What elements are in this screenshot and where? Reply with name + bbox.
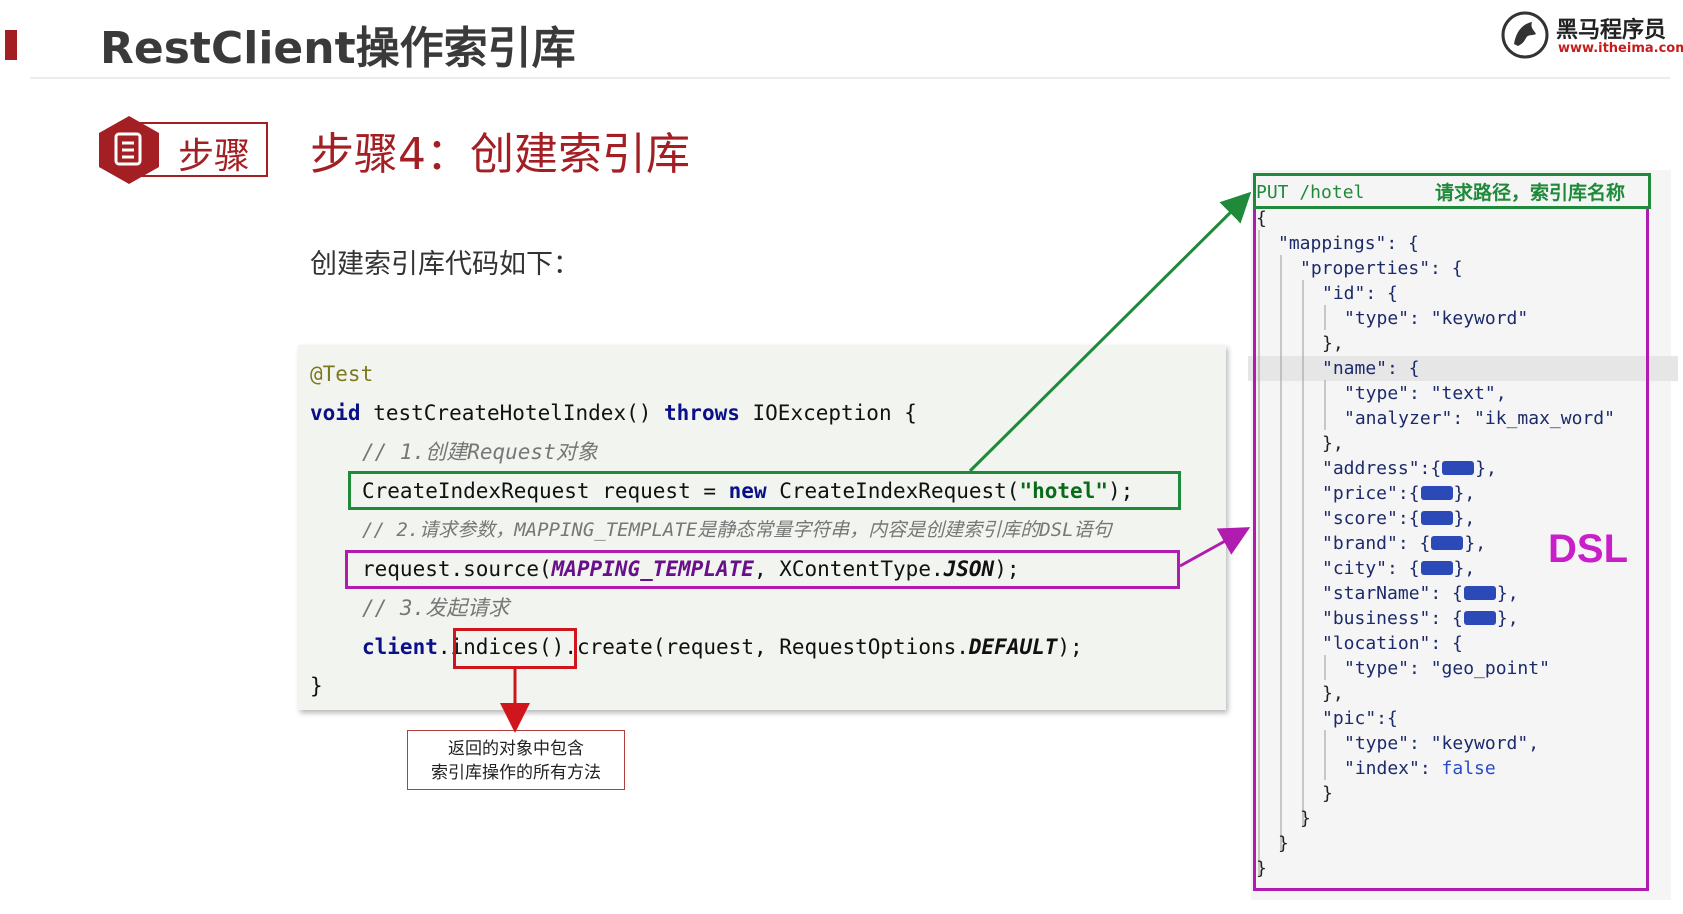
code-line-5: // 2.请求参数，MAPPING_TEMPLATE是静态常量字符串，内容是创建…: [362, 517, 1112, 543]
code-text: .create(request, RequestOptions.: [564, 635, 969, 659]
logo-text: 黑马程序员: [1556, 18, 1667, 43]
test-annotation: @Test: [310, 362, 374, 386]
slide-title: RestClient操作索引库: [100, 23, 576, 74]
logo-url: www.itheima.com: [1558, 41, 1683, 56]
dsl-request-line: PUT /hotel: [1256, 182, 1365, 203]
header-divider: [30, 77, 1670, 79]
intro-text: 创建索引库代码如下：: [310, 249, 580, 280]
code-line-7: // 3.发起请求: [362, 595, 509, 621]
brand-logo: 黑马程序员 www.itheima.com: [1500, 10, 1683, 65]
comment-2: // 2.请求参数，MAPPING_TEMPLATE是静态常量字符串，内容是创建…: [362, 519, 1112, 541]
horse-logo-icon: [1501, 11, 1549, 59]
title-accent-bar: [5, 30, 17, 60]
default-const: DEFAULT: [968, 635, 1058, 659]
highlight-create-request: [348, 471, 1181, 510]
comment-1: // 1.创建Request对象: [362, 440, 598, 464]
code-line-3: // 1.创建Request对象: [362, 439, 598, 465]
keyword-void: void: [310, 401, 361, 425]
exception-type: IOException {: [739, 401, 917, 425]
client-var: client: [362, 635, 438, 659]
code-text: .: [437, 635, 451, 659]
keyword-throws: throws: [664, 401, 740, 425]
highlight-indices: [453, 628, 577, 669]
indices-tip-box: 返回的对象中包含 索引库操作的所有方法: [407, 730, 625, 790]
dsl-label: DSL: [1548, 527, 1628, 571]
code-text: );: [1057, 635, 1083, 659]
step-badge-label: 步骤: [178, 136, 251, 177]
request-path-label: 请求路径，索引库名称: [1435, 182, 1626, 204]
tip-line-2: 索引库操作的所有方法: [431, 763, 601, 783]
comment-3: // 3.发起请求: [362, 596, 510, 620]
document-icon: [99, 116, 159, 184]
tip-line-1: 返回的对象中包含: [448, 739, 584, 759]
highlight-request-source: [345, 550, 1180, 589]
code-line-2: void testCreateHotelIndex() throws IOExc…: [310, 400, 917, 426]
step-heading: 步骤4：创建索引库: [310, 129, 690, 180]
method-signature: testCreateHotelIndex(): [360, 401, 665, 425]
code-line-9: }: [310, 673, 323, 699]
closing-brace: }: [310, 674, 323, 698]
code-line-1: @Test: [310, 361, 373, 387]
